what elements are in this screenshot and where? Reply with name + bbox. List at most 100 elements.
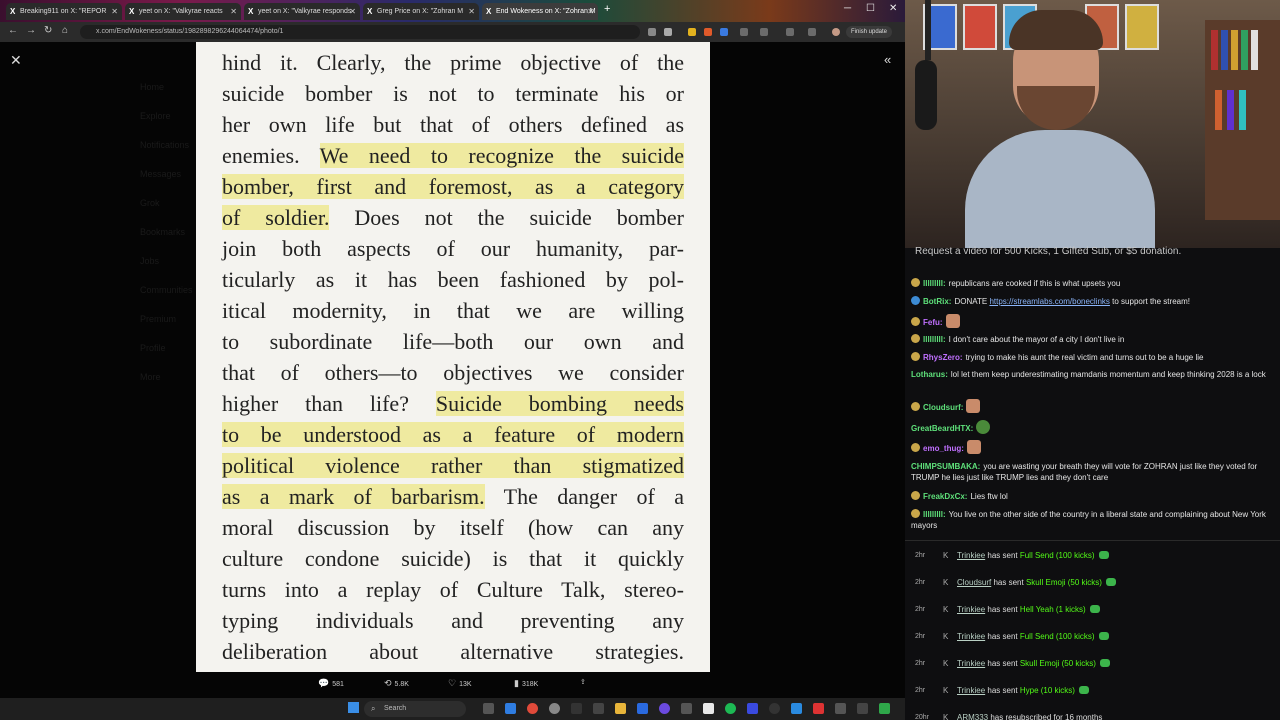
- home-icon[interactable]: ⌂: [62, 25, 68, 36]
- profile-avatar[interactable]: [832, 28, 840, 36]
- spotify-icon[interactable]: [725, 703, 736, 714]
- browser-window: X Breaking911 on X: "REPOR ✕ X yeet on X…: [0, 0, 905, 698]
- forward-icon[interactable]: →: [26, 25, 36, 36]
- gift-icon: [1089, 605, 1100, 613]
- extension-icon[interactable]: [740, 28, 748, 36]
- event-username[interactable]: ARM333: [957, 713, 988, 720]
- close-icon[interactable]: ✕: [10, 52, 22, 69]
- event-username[interactable]: Trinkiee: [957, 686, 985, 695]
- emote-icon: [966, 399, 981, 413]
- windows-start-icon[interactable]: [348, 702, 359, 713]
- chat-username[interactable]: lllllllll:: [923, 510, 946, 519]
- event-username[interactable]: Trinkiee: [957, 659, 985, 668]
- repost-count: 5.8K: [394, 681, 409, 688]
- task-view-icon[interactable]: [483, 703, 494, 714]
- dimmed-sidebar-item: Communities: [140, 285, 193, 295]
- app-icon[interactable]: [637, 703, 648, 714]
- chat-username[interactable]: emo_thug:: [923, 444, 964, 453]
- repost-button[interactable]: ⟲ 5.8K: [384, 678, 409, 689]
- address-bar-row: ← → ↻ ⌂ x.com/EndWokeness/status/1982898…: [0, 22, 905, 42]
- page-text-line: as a mark of barbarism. The danger of a: [222, 481, 684, 512]
- kick-logo-icon: K: [943, 632, 949, 641]
- reload-icon[interactable]: ↻: [44, 25, 52, 36]
- app-icon[interactable]: [813, 703, 824, 714]
- finish-update-button[interactable]: Finish update: [846, 26, 893, 38]
- event-username[interactable]: Trinkiee: [957, 605, 985, 614]
- app-icon[interactable]: [703, 703, 714, 714]
- chat-username[interactable]: lllllllll:: [923, 279, 946, 288]
- event-username[interactable]: Trinkiee: [957, 632, 985, 641]
- app-icon[interactable]: [659, 703, 670, 714]
- app-icon[interactable]: [593, 703, 604, 714]
- views-button[interactable]: ▮ 318K: [514, 678, 538, 689]
- cast-icon[interactable]: [648, 28, 656, 36]
- event-text: Trinkiee has sent Skull Emoji (50 kicks): [957, 650, 1110, 677]
- collapse-panel-icon[interactable]: «: [884, 52, 891, 67]
- gift-event-row: 2hr K Trinkiee has sent Hell Yeah (1 kicks…: [905, 596, 1280, 623]
- window-close-icon[interactable]: ✕: [889, 3, 897, 14]
- app-icon[interactable]: [769, 703, 780, 714]
- text-segment: hind it. Clearly, the prime objective of…: [222, 50, 684, 75]
- tab-close-icon[interactable]: ✕: [349, 3, 356, 20]
- downloads-icon[interactable]: [808, 28, 816, 36]
- app-icon[interactable]: [857, 703, 868, 714]
- browser-tab[interactable]: X Breaking911 on X: "REPOR ✕: [6, 3, 122, 20]
- tab-close-icon[interactable]: ✕: [587, 3, 594, 20]
- extension-icon[interactable]: [688, 28, 696, 36]
- app-icon[interactable]: [747, 703, 758, 714]
- chat-username[interactable]: Lotharus:: [911, 370, 948, 379]
- bookmark-star-icon[interactable]: [664, 28, 672, 36]
- share-icon[interactable]: ⇪: [580, 678, 586, 686]
- extension-icon[interactable]: [704, 28, 712, 36]
- chat-username[interactable]: Fefu:: [923, 318, 943, 327]
- app-icon[interactable]: [791, 703, 802, 714]
- chrome-icon[interactable]: [527, 703, 538, 714]
- chat-username[interactable]: BotRix:: [923, 297, 951, 306]
- streamer-beard: [1017, 86, 1095, 130]
- wall-poster: [963, 4, 997, 50]
- page-text-line: enemies. We need to recognize the suicid…: [222, 140, 684, 171]
- dimmed-sidebar-item: Explore: [140, 111, 171, 121]
- taskbar-search[interactable]: ⌕ Search: [364, 701, 466, 717]
- browser-tab[interactable]: X Greg Price on X: "Zohran M ✕: [363, 3, 479, 20]
- kick-logo-icon: K: [943, 605, 949, 614]
- view-count: 318K: [521, 681, 539, 688]
- app-icon[interactable]: [571, 703, 582, 714]
- minimize-icon[interactable]: ─: [844, 3, 851, 14]
- chat-username[interactable]: lllllllll:: [923, 335, 946, 344]
- user-badge-icon: [911, 509, 920, 518]
- sidebar-icon[interactable]: [786, 28, 794, 36]
- app-icon[interactable]: [549, 703, 560, 714]
- extension-icon[interactable]: [720, 28, 728, 36]
- maximize-icon[interactable]: ☐: [866, 3, 875, 14]
- app-icon[interactable]: [835, 703, 846, 714]
- event-username[interactable]: Trinkiee: [957, 551, 985, 560]
- edge-icon[interactable]: [505, 703, 516, 714]
- wall-poster: [1125, 4, 1159, 50]
- tab-close-icon[interactable]: ✕: [468, 3, 475, 20]
- browser-tab[interactable]: X yeet on X: "Valkyrae responds ✕: [244, 3, 360, 20]
- new-tab-icon[interactable]: +: [604, 3, 610, 15]
- chat-username[interactable]: Cloudsurf:: [923, 403, 963, 412]
- chat-message: FreakDxCx: Lies ftw lol: [911, 491, 1273, 502]
- chat-username[interactable]: GreatBeardHTX:: [911, 424, 973, 433]
- app-icon[interactable]: [681, 703, 692, 714]
- event-username[interactable]: Cloudsurf: [957, 578, 991, 587]
- extensions-puzzle-icon[interactable]: [760, 28, 768, 36]
- chat-username[interactable]: FreakDxCx:: [923, 492, 967, 501]
- back-icon[interactable]: ←: [8, 25, 18, 36]
- tab-close-icon[interactable]: ✕: [111, 3, 118, 20]
- browser-tab[interactable]: X yeet on X: "Valkyrae reacts ✕: [125, 3, 241, 20]
- chat-link[interactable]: https://streamlabs.com/boneclinks: [989, 297, 1110, 306]
- dimmed-sidebar-item: Premium: [140, 314, 177, 324]
- app-icon[interactable]: [879, 703, 890, 714]
- file-explorer-icon[interactable]: [615, 703, 626, 714]
- browser-tab-active[interactable]: X End Wokeness on X: "Zohran M ✕: [482, 3, 598, 20]
- reply-button[interactable]: 💬 581: [318, 678, 344, 689]
- url-field[interactable]: x.com/EndWokeness/status/198289829624406…: [80, 25, 640, 39]
- x-logo-icon: X: [486, 7, 492, 16]
- chat-username[interactable]: RhysZero:: [923, 353, 963, 362]
- tab-close-icon[interactable]: ✕: [230, 3, 237, 20]
- like-button[interactable]: ♡ 13K: [448, 678, 472, 689]
- chat-username[interactable]: CHIMPSUMBAKA:: [911, 462, 980, 471]
